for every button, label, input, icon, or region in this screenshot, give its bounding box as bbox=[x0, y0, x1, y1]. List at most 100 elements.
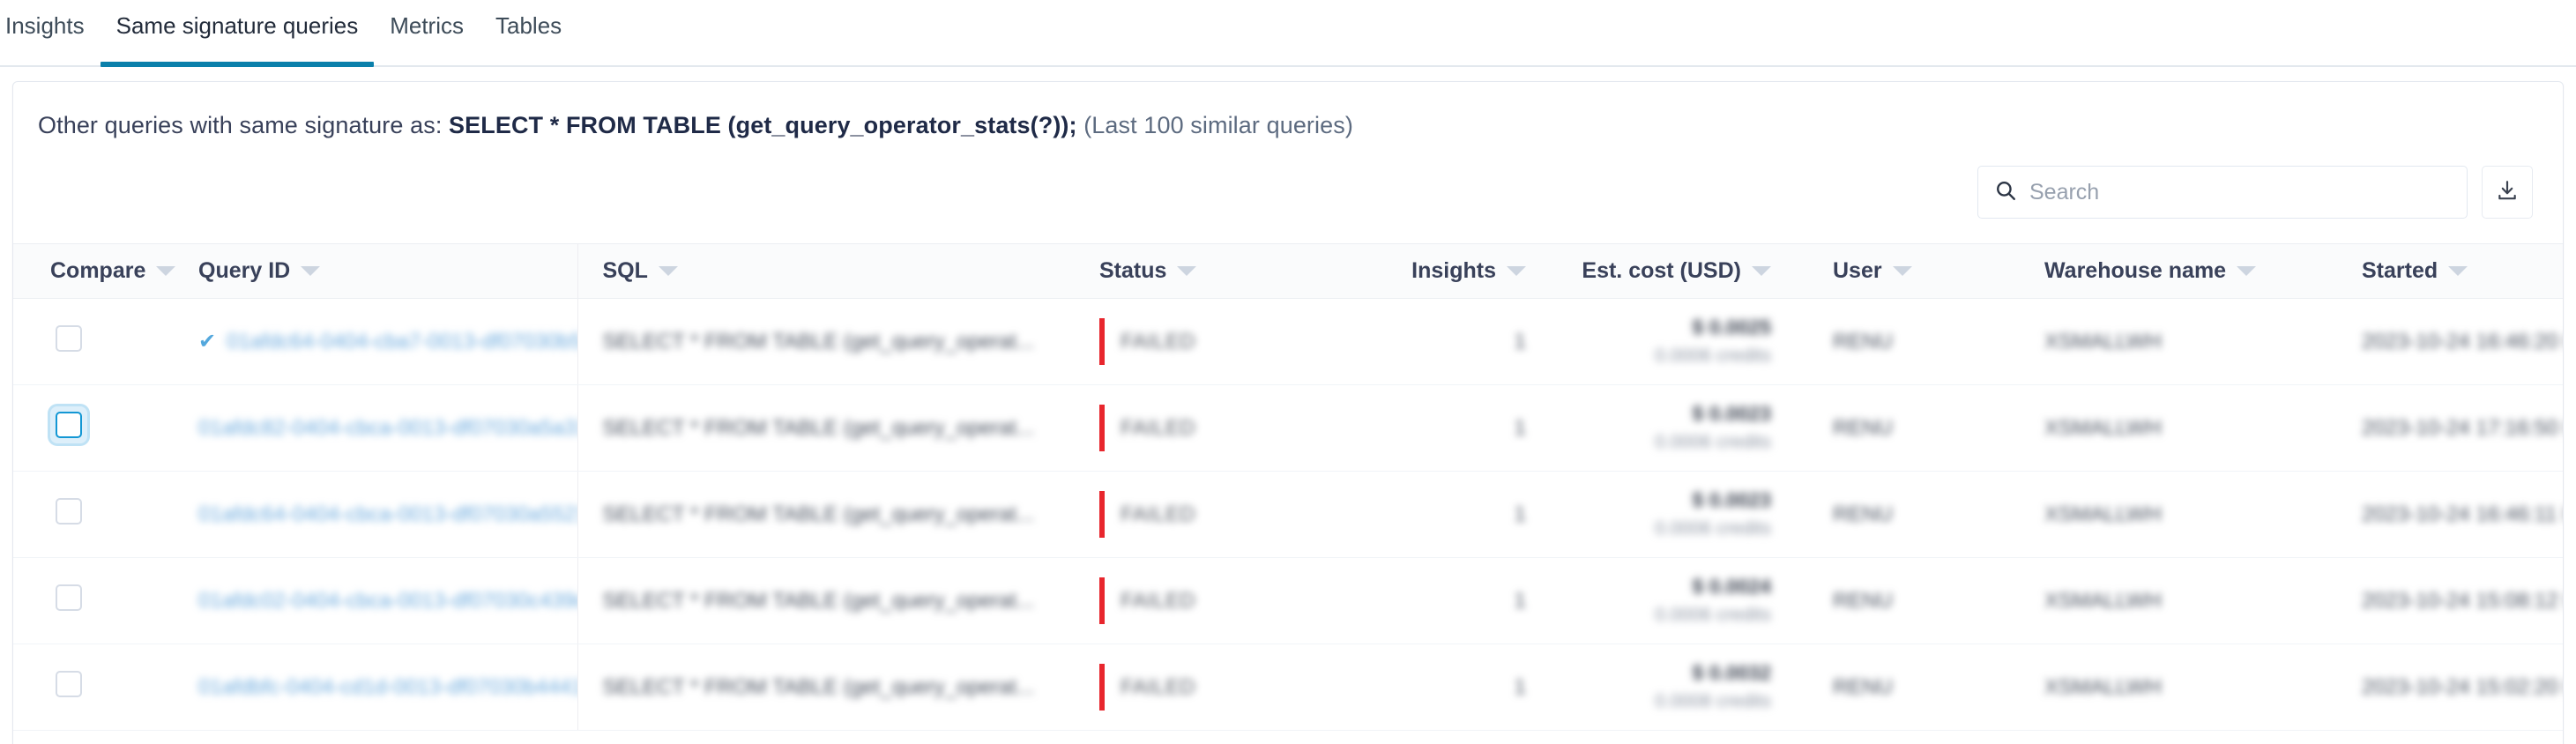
est-cost-value: $ 0.0024 bbox=[1692, 575, 1771, 598]
column-header-insights-label: Insights bbox=[1411, 258, 1496, 283]
status-badge: FAILED bbox=[1120, 674, 1196, 699]
table-row[interactable]: 01afdc82-0404-cbca-0013-df07030a5a31a SEL… bbox=[13, 384, 2563, 472]
sort-caret-icon[interactable] bbox=[156, 266, 176, 276]
compare-checkbox[interactable] bbox=[50, 320, 87, 357]
sort-caret-icon[interactable] bbox=[1752, 266, 1771, 276]
table-header-row: Compare Query ID SQL Status Insights Est… bbox=[13, 243, 2563, 299]
sql-text: SELECT * FROM TABLE (get_query_operat... bbox=[602, 415, 1035, 440]
heading-prefix: Other queries with same signature as: bbox=[38, 112, 450, 138]
compare-checkbox[interactable] bbox=[50, 493, 87, 530]
started-timestamp: 2023-10-24 16:46:11 IST bbox=[2362, 502, 2563, 526]
compare-checkbox[interactable] bbox=[50, 666, 87, 703]
started-timestamp: 2023-10-24 15:02:20 IST bbox=[2362, 674, 2563, 699]
row-sql-cell: SELECT * FROM TABLE (get_query_operat... bbox=[577, 471, 1071, 558]
column-header-user-label: User bbox=[1833, 258, 1882, 283]
column-header-insights[interactable]: Insights bbox=[1353, 243, 1565, 299]
search-input[interactable] bbox=[2029, 179, 2451, 205]
row-est-cost-cell: $ 0.0023 0.0006 credits bbox=[1565, 471, 1812, 558]
insights-count: 1 bbox=[1514, 415, 1526, 440]
insights-count: 1 bbox=[1514, 674, 1526, 699]
checkbox-icon[interactable] bbox=[56, 325, 82, 352]
compare-checkbox[interactable] bbox=[50, 406, 87, 443]
row-compare-cell[interactable] bbox=[13, 298, 163, 385]
row-warehouse-cell: XSMALLWH bbox=[2023, 471, 2341, 558]
row-insights-cell: 1 bbox=[1353, 471, 1565, 558]
table-row[interactable]: ✔ 01afdc64-0404-cba7-0013-df07030b54... SE… bbox=[13, 298, 2563, 385]
query-id-link[interactable]: 01afdbfc-0404-cd1d-0013-df07030b4441 2 bbox=[198, 675, 577, 700]
column-header-started[interactable]: Started bbox=[2341, 243, 2563, 299]
row-insights-cell: 1 bbox=[1353, 298, 1565, 385]
column-header-sql-label: SQL bbox=[602, 258, 648, 283]
row-warehouse-cell: XSMALLWH bbox=[2023, 557, 2341, 644]
table-row[interactable]: 01afdbfc-0404-cd1d-0013-df07030b4441 2 SE… bbox=[13, 644, 2563, 731]
row-sql-cell: SELECT * FROM TABLE (get_query_operat... bbox=[577, 557, 1071, 644]
sort-caret-icon[interactable] bbox=[1892, 266, 1912, 276]
sort-caret-icon[interactable] bbox=[2448, 266, 2468, 276]
column-header-compare[interactable]: Compare bbox=[13, 243, 176, 299]
column-header-sql[interactable]: SQL bbox=[577, 243, 1071, 299]
table-row[interactable]: 01afdc64-0404-cbca-0013-df07030a5521a SEL… bbox=[13, 471, 2563, 558]
started-timestamp: 2023-10-24 16:46:20 IST bbox=[2362, 329, 2563, 353]
table-row[interactable]: 01afdc02-0404-cbca-0013-df07030c439ce SEL… bbox=[13, 557, 2563, 644]
row-query-id-cell[interactable]: ✔ 01afdc64-0404-cba7-0013-df07030b54... bbox=[163, 298, 577, 385]
row-sql-cell: SELECT * FROM TABLE (get_query_operat... bbox=[577, 384, 1071, 472]
compare-checkbox[interactable] bbox=[50, 579, 87, 616]
est-cost-value: $ 0.0032 bbox=[1692, 661, 1771, 684]
tab-insights[interactable]: Insights bbox=[0, 0, 101, 67]
sql-text: SELECT * FROM TABLE (get_query_operat... bbox=[602, 329, 1035, 353]
tab-metrics[interactable]: Metrics bbox=[374, 0, 480, 67]
checkbox-icon[interactable] bbox=[56, 671, 82, 697]
panel-heading: Other queries with same signature as: SE… bbox=[13, 82, 2563, 139]
insights-count: 1 bbox=[1514, 502, 1526, 526]
row-started-cell: 2023-10-24 15:08:12 IST bbox=[2341, 557, 2563, 644]
query-id-link[interactable]: 01afdc64-0404-cba7-0013-df07030b54... bbox=[227, 330, 577, 354]
row-compare-cell[interactable] bbox=[13, 644, 163, 731]
sql-text: SELECT * FROM TABLE (get_query_operat... bbox=[602, 674, 1035, 699]
row-compare-cell[interactable] bbox=[13, 557, 163, 644]
status-badge: FAILED bbox=[1120, 502, 1196, 526]
warehouse-name: XSMALLWH bbox=[2044, 329, 2162, 353]
row-started-cell: 2023-10-24 15:02:20 IST bbox=[2341, 644, 2563, 731]
heading-signature-sql: SELECT * FROM TABLE (get_query_operator_… bbox=[449, 112, 1077, 138]
checkbox-icon[interactable] bbox=[56, 584, 82, 611]
column-header-status[interactable]: Status bbox=[1071, 243, 1353, 299]
column-header-user[interactable]: User bbox=[1812, 243, 2023, 299]
status-severity-bar bbox=[1099, 577, 1105, 624]
row-query-id-cell[interactable]: 01afdbfc-0404-cd1d-0013-df07030b4441 2 bbox=[163, 644, 577, 731]
column-header-est-cost[interactable]: Est. cost (USD) bbox=[1565, 243, 1812, 299]
query-id-link[interactable]: 01afdc82-0404-cbca-0013-df07030a5a31a bbox=[198, 416, 577, 441]
row-query-id-cell[interactable]: 01afdc82-0404-cbca-0013-df07030a5a31a bbox=[163, 384, 577, 472]
download-button[interactable] bbox=[2482, 166, 2533, 219]
checkbox-icon[interactable] bbox=[56, 412, 82, 438]
started-timestamp: 2023-10-24 15:08:12 IST bbox=[2362, 588, 2563, 613]
sort-caret-icon[interactable] bbox=[1507, 266, 1526, 276]
user-name: RENU bbox=[1833, 588, 1894, 613]
download-icon bbox=[2496, 179, 2519, 206]
sort-caret-icon[interactable] bbox=[658, 266, 678, 276]
row-compare-cell[interactable] bbox=[13, 384, 163, 472]
row-compare-cell[interactable] bbox=[13, 471, 163, 558]
table-body: ✔ 01afdc64-0404-cba7-0013-df07030b54... SE… bbox=[13, 298, 2563, 731]
status-badge: FAILED bbox=[1120, 329, 1196, 353]
credits-value: 0.0006 credits bbox=[1655, 605, 1771, 625]
row-sql-cell: SELECT * FROM TABLE (get_query_operat... bbox=[577, 298, 1071, 385]
tab-bar: Insights Same signature queries Metrics … bbox=[0, 0, 2576, 67]
row-user-cell: RENU bbox=[1812, 644, 2023, 731]
column-header-warehouse-name[interactable]: Warehouse name bbox=[2023, 243, 2341, 299]
row-warehouse-cell: XSMALLWH bbox=[2023, 644, 2341, 731]
column-header-query-id[interactable]: Query ID bbox=[163, 243, 577, 299]
checkbox-icon[interactable] bbox=[56, 498, 82, 525]
sort-caret-icon[interactable] bbox=[1177, 266, 1197, 276]
query-id-link[interactable]: 01afdc64-0404-cbca-0013-df07030a5521a bbox=[198, 502, 577, 527]
tab-tables[interactable]: Tables bbox=[480, 0, 577, 67]
row-query-id-cell[interactable]: 01afdc64-0404-cbca-0013-df07030a5521a bbox=[163, 471, 577, 558]
sql-text: SELECT * FROM TABLE (get_query_operat... bbox=[602, 588, 1035, 613]
sort-caret-icon[interactable] bbox=[301, 266, 321, 276]
est-cost-wrapper: $ 0.0024 0.0006 credits bbox=[1655, 575, 1771, 626]
search-box[interactable] bbox=[1977, 166, 2468, 219]
query-id-link[interactable]: 01afdc02-0404-cbca-0013-df07030c439ce bbox=[198, 589, 577, 614]
row-query-id-cell[interactable]: 01afdc02-0404-cbca-0013-df07030c439ce bbox=[163, 557, 577, 644]
status-severity-bar bbox=[1099, 318, 1105, 365]
sort-caret-icon[interactable] bbox=[2237, 266, 2257, 276]
tab-same-signature-queries[interactable]: Same signature queries bbox=[100, 0, 375, 67]
